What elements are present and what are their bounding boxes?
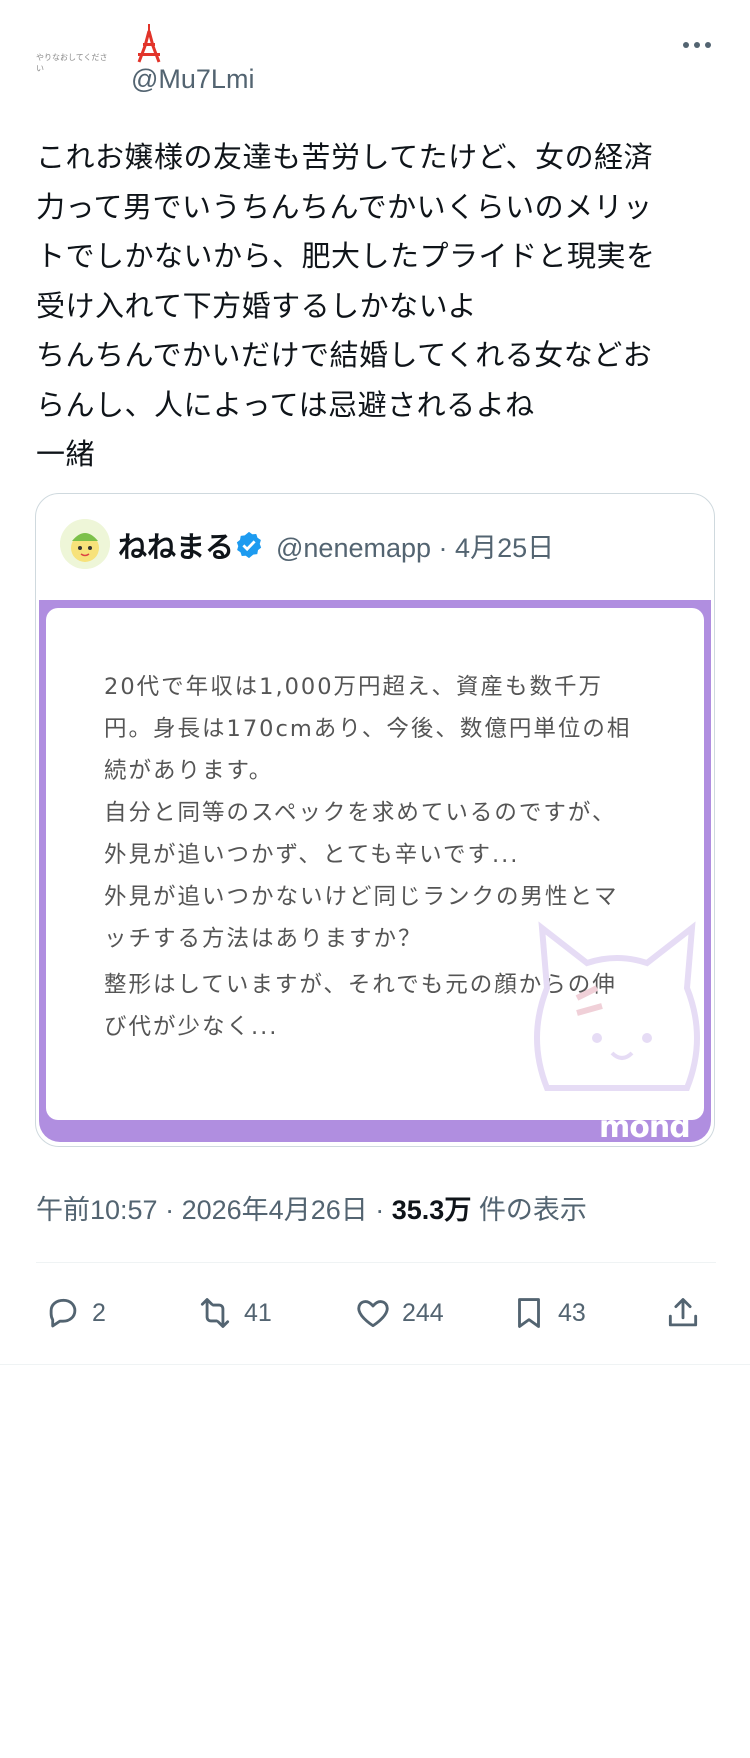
verified-badge-icon bbox=[236, 531, 262, 559]
question-paragraph: 自分と同等のスペックを求めているのですが、 外見が追いつかず、とても辛いです..… bbox=[104, 800, 617, 868]
tweet-text: これお嬢様の友達も苦労してたけど、女の経済 力って男でいうちんちんでかいくらいの… bbox=[36, 140, 656, 471]
cat-watermark-icon bbox=[534, 921, 700, 1091]
quote-avatar[interactable] bbox=[60, 519, 110, 569]
view-count: 35.3万 bbox=[391, 1195, 472, 1225]
repost-icon bbox=[200, 1298, 230, 1328]
view-label: 件の表示 bbox=[478, 1195, 587, 1225]
mond-watermark: mond bbox=[599, 1110, 691, 1142]
divider bbox=[36, 1262, 716, 1263]
like-icon bbox=[357, 1300, 389, 1328]
action-bar: 2 41 244 43 bbox=[36, 1285, 716, 1341]
meta-dot: · bbox=[375, 1195, 385, 1225]
quote-meta: @nenemapp · 4月25日 bbox=[276, 526, 554, 565]
tweet-date[interactable]: 2026年4月26日 bbox=[182, 1195, 368, 1225]
quote-tweet[interactable]: ねねまる @nenemapp · 4月25日 20代で年収は1,000万円超え、… bbox=[35, 493, 715, 1147]
quote-separator: · bbox=[438, 533, 448, 563]
like-button[interactable]: 244 bbox=[354, 1285, 444, 1341]
tweet-timestamp: 午前10:57 · 2026年4月26日 · 35.3万 件の表示 bbox=[36, 1188, 587, 1227]
quote-author-name[interactable]: ねねまる bbox=[118, 524, 234, 566]
tokyo-tower-icon bbox=[137, 24, 161, 63]
share-icon bbox=[668, 1298, 698, 1327]
more-icon[interactable] bbox=[680, 34, 714, 56]
reply-button[interactable]: 2 bbox=[44, 1285, 106, 1341]
reply-icon bbox=[49, 1298, 77, 1328]
mascot-avatar-icon bbox=[60, 519, 110, 569]
share-button[interactable] bbox=[664, 1285, 702, 1341]
quote-date[interactable]: 4月25日 bbox=[455, 533, 554, 563]
bookmark-count: 43 bbox=[558, 1298, 586, 1327]
bookmark-button[interactable]: 43 bbox=[510, 1285, 586, 1341]
avatar-caption: やりなおしてください bbox=[36, 53, 108, 73]
bookmark-icon bbox=[518, 1298, 540, 1328]
quote-image[interactable]: 20代で年収は1,000万円超え、資産も数千万 円。身長は170cmあり、今後、… bbox=[39, 600, 711, 1142]
reply-count: 2 bbox=[92, 1298, 106, 1327]
tweet-time[interactable]: 午前10:57 bbox=[36, 1195, 158, 1225]
repost-button[interactable]: 41 bbox=[196, 1285, 272, 1341]
divider bbox=[0, 1364, 750, 1365]
question-paragraph: 20代で年収は1,000万円超え、資産も数千万 円。身長は170cmあり、今後、… bbox=[104, 674, 632, 784]
meta-dot: · bbox=[165, 1195, 175, 1225]
repost-count: 41 bbox=[244, 1298, 272, 1327]
quote-handle[interactable]: @nenemapp bbox=[276, 533, 431, 563]
author-handle[interactable]: @Mu7Lmi bbox=[131, 64, 254, 95]
author-avatar[interactable]: やりなおしてください bbox=[36, 50, 110, 76]
like-count: 244 bbox=[402, 1298, 444, 1327]
